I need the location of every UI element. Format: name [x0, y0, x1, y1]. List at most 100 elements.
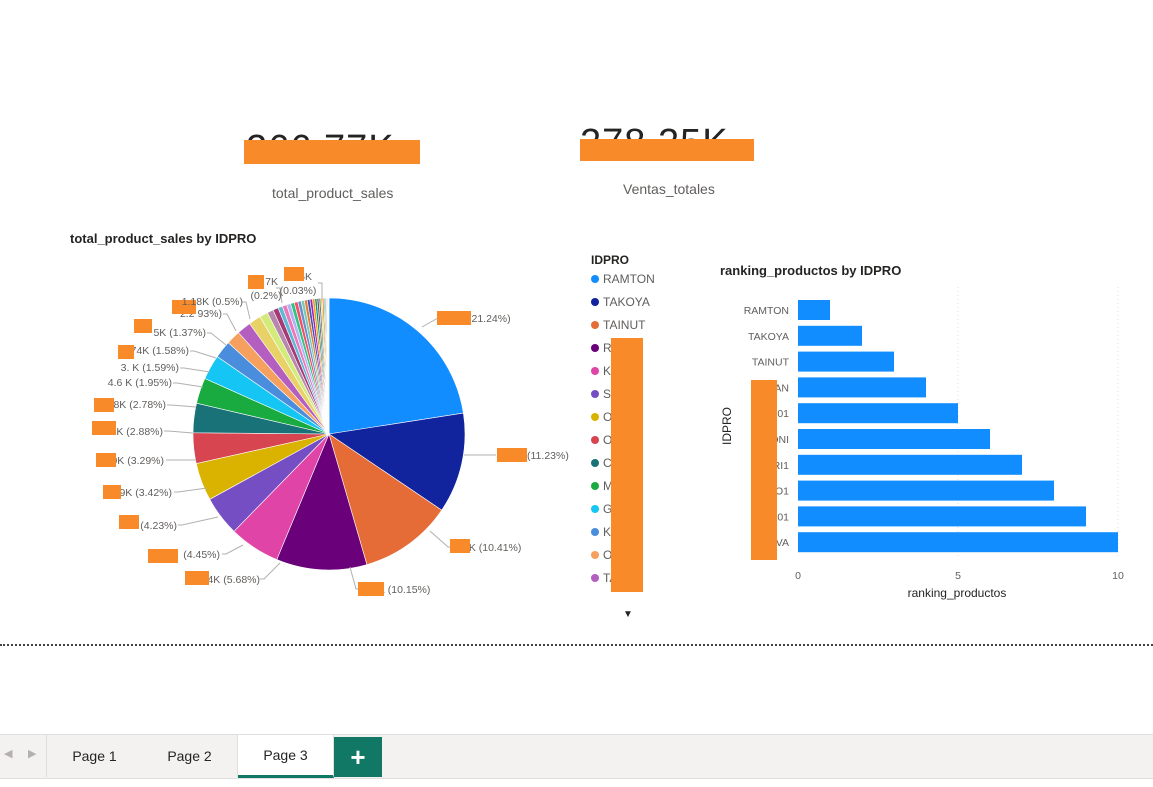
- pie-data-label: 7K: [265, 276, 278, 288]
- redaction-block: [148, 549, 178, 563]
- pie-data-label: 74K (1.58%): [131, 345, 189, 357]
- legend-dot-icon: [591, 413, 599, 421]
- bar[interactable]: [798, 429, 990, 449]
- legend-item[interactable]: TAKOYA: [591, 295, 650, 309]
- pie-leader-line: [223, 314, 236, 331]
- legend-dot-icon: [591, 367, 599, 375]
- legend-dot-icon: [591, 528, 599, 536]
- pie-data-label: (0.2%): [251, 290, 282, 302]
- pie-data-label: K (2.88%): [116, 426, 163, 438]
- redaction-block: [94, 398, 114, 412]
- pie-leader-line: [180, 368, 210, 372]
- pie-data-label: 5K (1.37%): [153, 327, 206, 339]
- legend-item-label: TAKOYA: [603, 295, 650, 309]
- redaction-block: [134, 319, 152, 333]
- add-page-button[interactable]: +: [334, 737, 382, 777]
- pie-data-label: 4K (10.41%): [463, 542, 521, 554]
- tab-page-3[interactable]: Page 3: [238, 735, 334, 778]
- legend-dot-icon: [591, 505, 599, 513]
- tab-page-1[interactable]: Page 1: [46, 735, 143, 777]
- page-tab-bar: ◀ ▶ Page 1 Page 2 Page 3 +: [0, 734, 1153, 779]
- prev-page-arrow-icon[interactable]: ◀: [4, 747, 12, 760]
- pie-data-label: 9K (3.29%): [111, 455, 164, 467]
- legend-dot-icon: [591, 390, 599, 398]
- legend-dot-icon: [591, 436, 599, 444]
- redaction-block: [450, 539, 470, 553]
- legend-dot-icon: [591, 275, 599, 283]
- pie-leader-line: [430, 531, 452, 547]
- redaction-block: [611, 338, 643, 592]
- bar[interactable]: [798, 506, 1086, 526]
- legend-dot-icon: [591, 298, 599, 306]
- legend-dot-icon: [591, 344, 599, 352]
- y-category-label: 01: [777, 408, 789, 420]
- pie-leader-line: [260, 563, 280, 579]
- redaction-block: [580, 139, 754, 161]
- pie-leader-line: [167, 405, 196, 407]
- x-tick-label: 0: [795, 570, 801, 582]
- redaction-block: [96, 453, 116, 467]
- tab-page-2[interactable]: Page 2: [142, 735, 238, 777]
- pie-leader-line: [318, 283, 322, 299]
- y-category-label: TAKOYA: [748, 331, 789, 343]
- pie-data-label: 4K (5.68%): [207, 574, 260, 586]
- redaction-block: [358, 582, 384, 596]
- bar[interactable]: [798, 532, 1118, 552]
- bar[interactable]: [798, 352, 894, 372]
- y-category-label: RAMTON: [744, 305, 789, 317]
- pie-leader-line: [173, 383, 203, 387]
- pie-leader-line: [207, 333, 226, 345]
- pie-data-label: 4.6 K (1.95%): [108, 377, 172, 389]
- legend-item-label: TAINUT: [603, 318, 645, 332]
- pie-leader-line: [242, 302, 250, 319]
- redaction-block: [92, 421, 116, 435]
- legend-title: IDPRO: [591, 253, 629, 267]
- redaction-block: [185, 571, 209, 585]
- legend-item[interactable]: RAMTON: [591, 272, 655, 286]
- pie-data-label: 9K (3.42%): [119, 487, 172, 499]
- pie-data-label: (0.03%): [280, 285, 317, 297]
- y-category-label: 01: [777, 511, 789, 523]
- y-axis-title: IDPRO: [720, 407, 734, 445]
- pie-leader-line: [178, 517, 218, 525]
- kpi-card-label-product-sales: total_product_sales: [272, 185, 393, 201]
- pie-data-label: 1.18K (0.5%): [182, 296, 243, 308]
- redaction-block: [103, 485, 121, 499]
- redaction-block: [497, 448, 527, 462]
- legend-item[interactable]: TAINUT: [591, 318, 645, 332]
- legend-dot-icon: [591, 459, 599, 467]
- bar-chart[interactable]: RAMTONTAKOYATAINUTR AN01ONIRI1O101M VA 0…: [715, 285, 1145, 605]
- redaction-block: [284, 267, 304, 281]
- pie-chart-title: total_product_sales by IDPRO: [70, 231, 256, 246]
- pie-data-label: 8K (2.78%): [113, 399, 166, 411]
- bar[interactable]: [798, 481, 1054, 501]
- redaction-block: [751, 380, 777, 560]
- canvas-divider: [0, 644, 1153, 646]
- pie-data-label: (21.24%): [468, 313, 511, 325]
- x-tick-label: 5: [955, 570, 961, 582]
- next-page-arrow-icon[interactable]: ▶: [28, 747, 36, 760]
- bar-chart-title: ranking_productos by IDPRO: [720, 263, 901, 278]
- kpi-card-label-ventas: Ventas_totales: [623, 181, 715, 197]
- bar[interactable]: [798, 403, 958, 423]
- pie-leader-line: [222, 545, 243, 554]
- bar[interactable]: [798, 300, 830, 320]
- legend-dot-icon: [591, 551, 599, 559]
- redaction-block: [437, 311, 471, 325]
- pie-leader-line: [164, 431, 193, 433]
- x-tick-label: 10: [1112, 570, 1124, 582]
- legend-dot-icon: [591, 574, 599, 582]
- legend-dot-icon: [591, 482, 599, 490]
- x-axis-title: ranking_productos: [908, 586, 1007, 600]
- pie-data-label: (11.23%): [527, 450, 569, 462]
- pie-chart[interactable]: (21.24%)(11.23%)4K (10.41%)4K (10.15%)4K…: [60, 255, 600, 615]
- pie-data-label: (4.45%): [183, 549, 220, 561]
- bar[interactable]: [798, 326, 862, 346]
- pie-leader-line: [174, 488, 207, 492]
- bar[interactable]: [798, 377, 926, 397]
- legend-more-arrow[interactable]: ▼: [623, 609, 633, 620]
- redaction-block: [244, 140, 420, 164]
- bar[interactable]: [798, 455, 1022, 475]
- y-category-label: O1: [775, 486, 789, 498]
- pie-data-label: 3. K (1.59%): [121, 362, 179, 374]
